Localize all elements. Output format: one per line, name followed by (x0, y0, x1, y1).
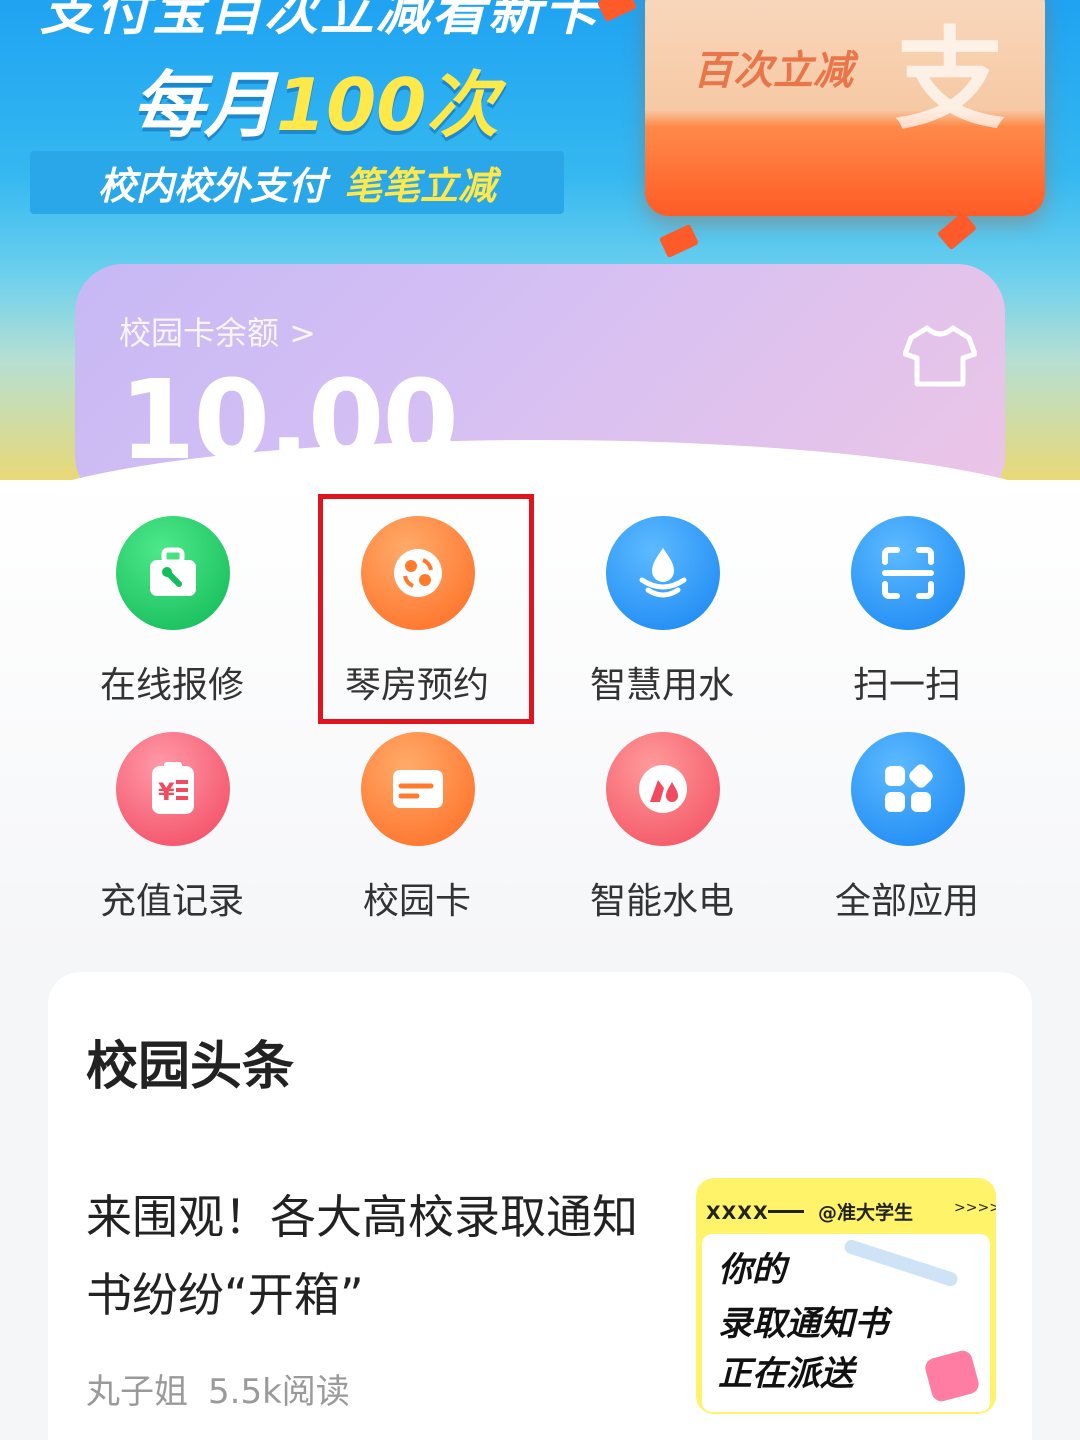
thumb-header: XXXX @准大学生 >>>>> (696, 1196, 996, 1230)
banner-headline: 每月100次 (132, 46, 498, 151)
thumb-line-3: 正在派送 (718, 1354, 854, 1394)
news-article-title[interactable]: 来围观！各大高校录取通知书纷纷“开箱” (86, 1178, 666, 1334)
arrow-icon (768, 1210, 804, 1213)
red-packet-graphic: 百次立减 支 (645, 0, 1045, 216)
app-label: 校园卡 (362, 881, 471, 922)
app-label: 智能水电 (589, 881, 734, 922)
confetti-icon (658, 223, 700, 259)
balance-label[interactable]: 校园卡余额 > (119, 308, 316, 354)
scan-icon (851, 516, 965, 630)
news-thumbnail[interactable]: XXXX @准大学生 >>>>> 你的 录取通知书 正在派送 (696, 1178, 996, 1414)
campus-news-card: 校园头条 来围观！各大高校录取通知书纷纷“开箱” 丸子姐 5.5k阅读 XXXX … (48, 972, 1032, 1440)
banner-strip-highlight: 笔笔立减 (344, 164, 497, 208)
mailbox-icon (923, 1348, 981, 1404)
recharge-record-icon: ¥ (116, 732, 230, 846)
thumb-tag: @准大学生 (818, 1202, 914, 1224)
svg-text:¥: ¥ (158, 778, 175, 806)
app-all-apps[interactable]: 全部应用 (787, 696, 1027, 922)
app-label: 全部应用 (834, 881, 979, 922)
thumb-body: 你的 录取通知书 正在派送 (702, 1234, 990, 1412)
app-label: 充值记录 (99, 881, 244, 922)
app-grid: 在线报修 琴房预约 智慧用水 扫一扫 ¥ 充值记录 校园卡 智能水电 全部应用 (0, 480, 1080, 960)
app-smart-water-electricity[interactable]: 智能水电 (542, 696, 782, 922)
app-scan[interactable]: 扫一扫 (787, 480, 1027, 706)
banner-headline-pre: 每月 (132, 63, 277, 147)
confetti-icon (596, 0, 638, 23)
app-online-repair[interactable]: 在线报修 (52, 480, 292, 706)
thumb-line-1: 你的 (718, 1250, 786, 1290)
highlight-box (318, 494, 534, 724)
news-meta: 丸子姐 5.5k阅读 (86, 1364, 350, 1413)
thumb-line-2: 录取通知书 (718, 1304, 888, 1344)
thumb-more: >>>>> (954, 1200, 996, 1216)
news-read-count: 5.5k阅读 (208, 1372, 350, 1412)
banner-headline-highlight: 100次 (276, 63, 499, 147)
banner-top-text: 支付宝百次立减看新卡 (40, 0, 600, 42)
thumb-mask-text: XXXX (706, 1202, 769, 1224)
alipay-mark-icon: 支 (895, 16, 1005, 144)
all-apps-grid-icon (851, 732, 965, 846)
water-drop-icon (606, 516, 720, 630)
red-packet-text: 百次立减 (693, 48, 853, 94)
banner-strip: 校内校外支付 笔笔立减 (30, 151, 564, 214)
water-electricity-icon (606, 732, 720, 846)
app-recharge-record[interactable]: ¥ 充值记录 (52, 696, 292, 922)
confetti-icon (936, 211, 978, 251)
news-author: 丸子姐 (86, 1372, 188, 1412)
campus-card-icon (361, 732, 475, 846)
app-campus-card[interactable]: 校园卡 (297, 696, 537, 922)
app-smart-water[interactable]: 智慧用水 (542, 480, 782, 706)
pen-icon (842, 1238, 960, 1288)
banner-strip-text: 校内校外支付 (97, 164, 326, 208)
news-section-title: 校园头条 (86, 1037, 295, 1097)
shirt-icon[interactable] (903, 324, 977, 388)
repair-toolbox-icon (116, 516, 230, 630)
